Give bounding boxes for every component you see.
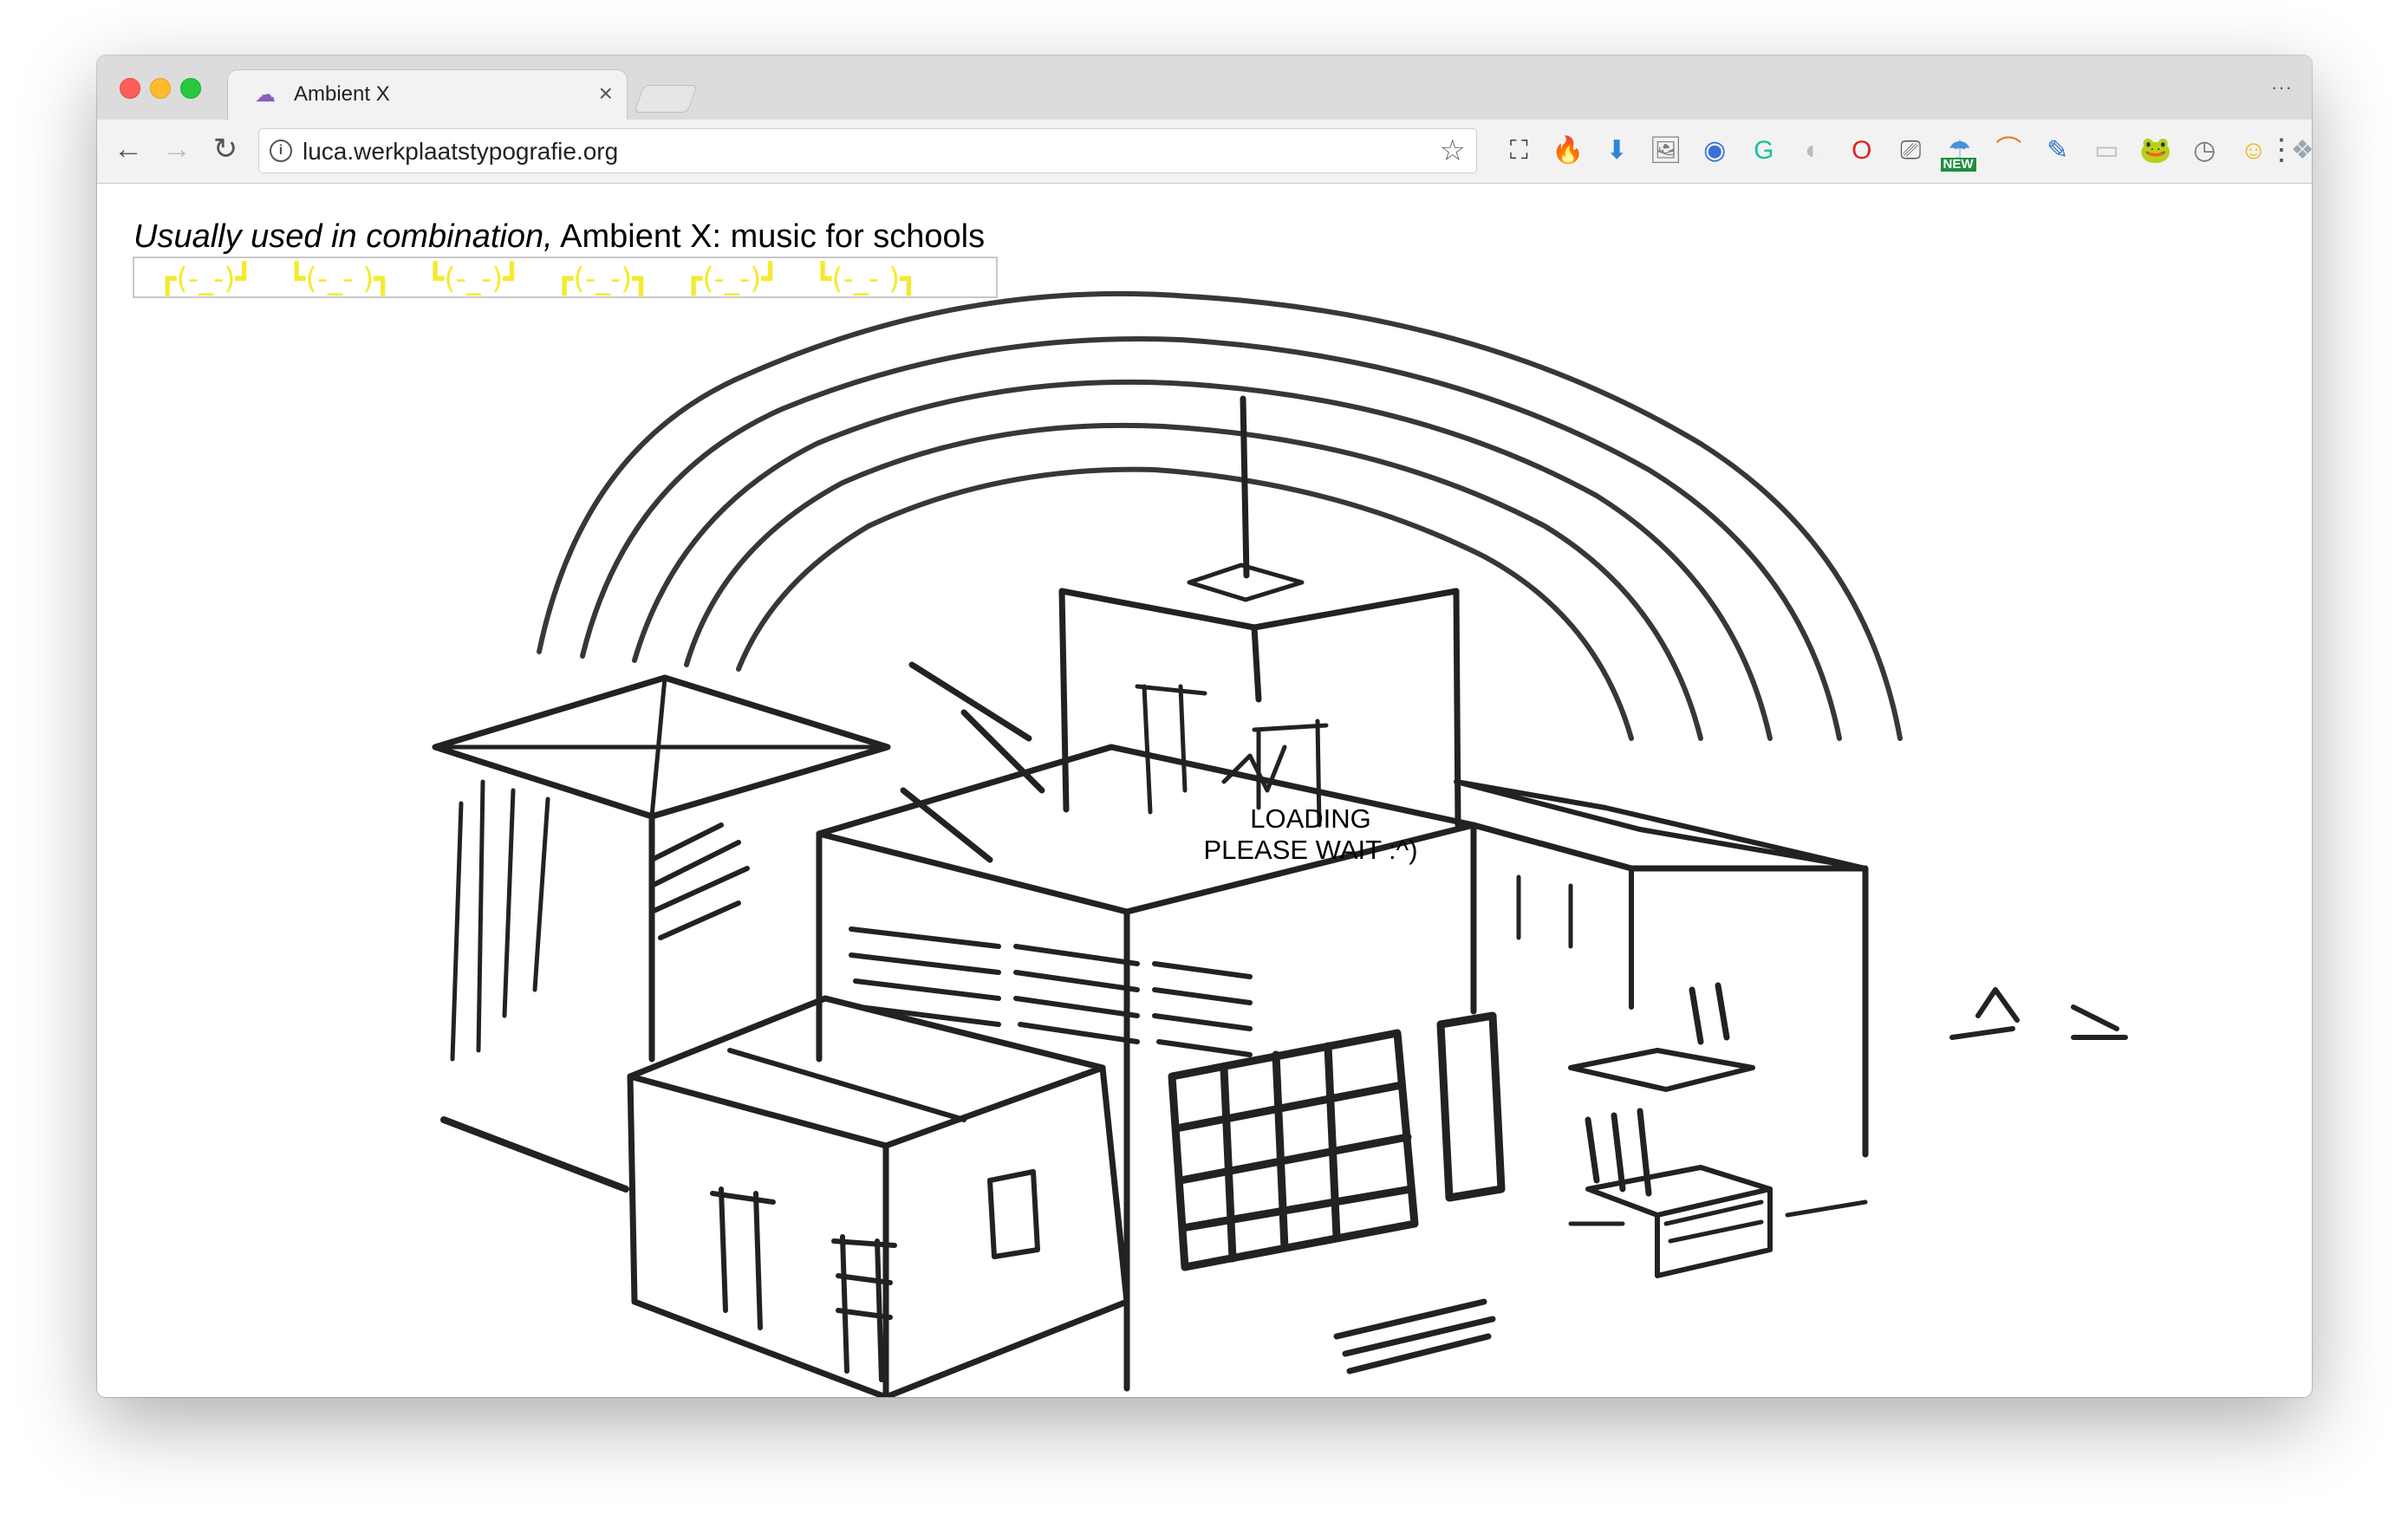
- kaomoji-marquee: ┏(-_-)┛ ┗(-_- )┓ ┗(-_-)┛ ┏(-_-)┓ ┏(-_-)┛ ┗(-_…: [133, 257, 998, 298]
- window-menu-icon[interactable]: ···: [2271, 76, 2293, 99]
- cast-icon-glyph: ⎚: [1900, 136, 1922, 165]
- kaomoji-dancer: ┗(-_- )┓: [813, 262, 918, 296]
- minimize-window-button[interactable]: [150, 78, 171, 99]
- emoji-icon-glyph: ☺: [2240, 136, 2268, 165]
- flame-icon-glyph: 🔥: [1552, 136, 1585, 165]
- shield-icon-glyph: ◉: [1703, 136, 1727, 165]
- opera-icon-glyph: O: [1852, 136, 1872, 165]
- download-icon[interactable]: ⬇: [1592, 130, 1642, 172]
- eyedropper-icon-glyph: ✎: [2047, 136, 2069, 165]
- page-title-plain: Ambient X: music for schools: [552, 218, 986, 255]
- sync-icon[interactable]: ◐: [1788, 130, 1838, 172]
- info-icon[interactable]: i: [270, 140, 292, 162]
- new-tab-button[interactable]: [634, 85, 698, 113]
- tab-title: Ambient X: [294, 82, 390, 106]
- kaomoji-dancer: ┏(-_-)┛: [159, 262, 254, 296]
- bookmark-star-icon[interactable]: ☆: [1440, 134, 1466, 167]
- kaomoji-dancer: ┏(-_-)┓: [555, 262, 650, 296]
- kaomoji-dancer: ┗(-_- )┓: [288, 262, 392, 296]
- kaomoji-dancer: ┏(-_-)┛: [684, 262, 779, 296]
- tab-strip: ☁ Ambient X × ···: [97, 55, 2312, 120]
- page-title: Usually used in combination, Ambient X: …: [133, 218, 985, 256]
- loading-message: LOADING PLEASE WAIT :^): [1051, 803, 1571, 866]
- frog-icon[interactable]: 🐸: [2131, 130, 2181, 172]
- screenshot-icon-glyph: ⛶: [1509, 136, 1528, 165]
- reload-button[interactable]: ↻: [206, 128, 244, 170]
- chat-icon-glyph: ▭: [2094, 136, 2119, 165]
- forward-button[interactable]: →: [158, 128, 196, 170]
- url-text[interactable]: luca.werkplaatstypografie.org: [303, 138, 618, 166]
- history-icon[interactable]: ◷: [2180, 130, 2229, 172]
- opera-icon[interactable]: O: [1838, 130, 1887, 172]
- close-icon[interactable]: ×: [599, 81, 613, 107]
- shield-icon[interactable]: ◉: [1690, 130, 1740, 172]
- screenshot-icon[interactable]: ⛶: [1494, 130, 1544, 172]
- image-icon-glyph: 🖼: [1649, 136, 1682, 165]
- page-viewport: Usually used in combination, Ambient X: …: [97, 184, 2312, 1397]
- browser-window: ☁ Ambient X × ··· ← → ↻ i luca.werkplaat…: [97, 55, 2312, 1397]
- grammarly-icon-glyph: G: [1754, 136, 1774, 165]
- cloud-icon: ☁: [255, 83, 276, 107]
- history-icon-glyph: ◷: [2193, 136, 2216, 165]
- kaomoji-row: ┏(-_-)┛ ┗(-_- )┓ ┗(-_-)┛ ┏(-_-)┓ ┏(-_-)┛ ┗(-_…: [159, 260, 918, 296]
- download-icon-glyph: ⬇: [1605, 136, 1628, 165]
- rainbow-icon[interactable]: ⌒: [1984, 130, 2034, 172]
- chat-icon[interactable]: ▭: [2082, 130, 2131, 172]
- new-badge: NEW: [1940, 158, 1976, 172]
- grammarly-icon[interactable]: G: [1740, 130, 1789, 172]
- kebab-menu-icon[interactable]: ⋮: [2267, 130, 2296, 170]
- new-extension-icon[interactable]: ☂ NEW: [1936, 130, 1985, 172]
- back-button[interactable]: ←: [109, 128, 147, 170]
- browser-toolbar: ← → ↻ i luca.werkplaatstypografie.org ☆ …: [97, 120, 2312, 184]
- address-bar[interactable]: i luca.werkplaatstypografie.org ☆: [258, 128, 1477, 173]
- kaomoji-dancer: ┗(-_-)┛: [426, 262, 521, 296]
- cast-icon[interactable]: ⎚: [1886, 130, 1936, 172]
- image-icon[interactable]: 🖼: [1642, 130, 1691, 172]
- tab-ambient-x[interactable]: ☁ Ambient X ×: [227, 69, 628, 120]
- school-building-sketch: [432, 290, 2128, 1397]
- rainbow-icon-glyph: ⌒: [1995, 136, 2022, 165]
- frog-icon-glyph: 🐸: [2139, 136, 2172, 165]
- extensions-bar: ⛶ 🔥 ⬇ 🖼 ◉ G ◐ O ⎚ ☂ NEW ⌒ ✎ ▭ 🐸 ◷ ☺ ❖: [1494, 130, 2312, 172]
- loading-text: LOADING: [1250, 803, 1371, 834]
- eyedropper-icon[interactable]: ✎: [2034, 130, 2083, 172]
- close-window-button[interactable]: [120, 78, 140, 99]
- sync-icon-glyph: ◐: [1805, 136, 1821, 165]
- zoom-window-button[interactable]: [180, 78, 201, 99]
- loading-subtext: PLEASE WAIT :^): [1203, 835, 1418, 865]
- flame-icon[interactable]: 🔥: [1544, 130, 1593, 172]
- page-title-italic: Usually used in combination,: [133, 218, 553, 255]
